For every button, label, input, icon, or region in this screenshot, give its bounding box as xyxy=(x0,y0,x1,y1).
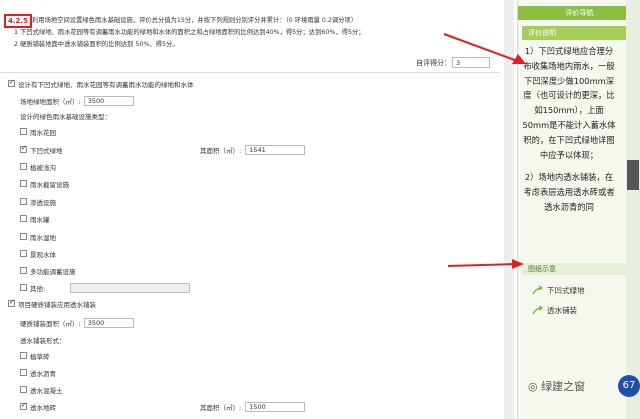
rain-interception-checkbox[interactable] xyxy=(20,180,27,187)
link-arrow-icon xyxy=(532,285,544,294)
wetland-label: 雨水湿地 xyxy=(30,233,56,242)
sunken-greenland-label: 下凹式绿地 xyxy=(30,146,63,155)
watermark-text: 绿建之窗 xyxy=(541,380,586,393)
permeable-asphalt-label: 透水沥青 xyxy=(30,369,56,378)
header-line-1: 利用场地空间设置绿色雨水基础设施，评价总分值为15分，并按下列规则分别评分并累计… xyxy=(32,17,358,24)
rain-barrel-label: 雨水罐 xyxy=(30,215,50,224)
watermark: ◎ 绿建之窗 xyxy=(528,378,585,394)
rain-barrel-checkbox[interactable] xyxy=(20,215,27,222)
section2-checkbox[interactable] xyxy=(8,298,15,307)
item-other[interactable]: 其他: xyxy=(20,282,191,293)
item-permeable-asphalt[interactable]: 透水沥青 xyxy=(20,367,56,378)
section2-checkbox-row[interactable]: 项目硬质铺装应用透水铺装 xyxy=(8,298,96,309)
green-area-row: 场地绿地面积（㎡）: 3500 xyxy=(20,95,134,106)
sidebar-scroll-thumb[interactable] xyxy=(627,160,639,190)
section2-title: 项目硬质铺装应用透水铺装 xyxy=(18,300,96,309)
green-area-input[interactable]: 3500 xyxy=(83,95,134,106)
item-wetland[interactable]: 雨水湿地 xyxy=(20,231,56,242)
section1-checkbox[interactable] xyxy=(8,78,15,87)
paving-area-label: 硬质铺装面积（㎡）: xyxy=(20,319,81,328)
link-permeable-paving-label: 透水铺装 xyxy=(547,306,577,315)
item-infiltration[interactable]: 渗透设施 xyxy=(20,196,56,207)
self-score-row: 自评得分： 3 xyxy=(0,52,500,73)
permeable-concrete-checkbox[interactable] xyxy=(20,386,27,393)
permeable-asphalt-checkbox[interactable] xyxy=(20,369,27,376)
section1-title: 设计有下凹式绿地、雨水花园等有调蓄雨水功能的绿地和水体 xyxy=(18,80,194,89)
item-rain-barrel[interactable]: 雨水罐 xyxy=(20,213,50,224)
link-sunken-greenland[interactable]: 下凹式绿地 xyxy=(532,285,585,296)
header-line-2: 1 下凹式绿地、雨水花园等有调蓄雨水功能的绿地和水体的面积之和占绿地面积的比例达… xyxy=(14,29,365,36)
permeable-concrete-label: 透水混凝土 xyxy=(30,386,63,395)
green-area-label: 场地绿地面积（㎡）: xyxy=(20,97,81,106)
multi-storage-label: 多功能调蓄设施 xyxy=(30,267,76,276)
permeable-brick-label: 透水地砖 xyxy=(30,403,56,412)
multi-storage-checkbox[interactable] xyxy=(20,267,27,274)
sunken-greenland-checkbox[interactable] xyxy=(20,144,27,153)
grass-brick-checkbox[interactable] xyxy=(20,352,27,359)
infiltration-checkbox[interactable] xyxy=(20,198,27,205)
link-arrow-icon xyxy=(532,305,544,314)
paving-area-input[interactable]: 3500 xyxy=(83,317,134,328)
other-label: 其他: xyxy=(30,284,46,293)
permeable-brick-area-input[interactable]: 1500 xyxy=(245,401,306,412)
rain-garden-label: 雨水花园 xyxy=(30,128,56,137)
grass-swale-checkbox[interactable] xyxy=(20,163,27,170)
form-panel: 4.2.5 利用场地空间设置绿色雨水基础设施，评价总分值为15分，并按下列规则分… xyxy=(0,0,500,419)
item-code-highlight: 4.2.5 xyxy=(4,14,32,28)
diagram-tab[interactable]: 图纸示意 xyxy=(522,263,637,275)
infiltration-label: 渗透设施 xyxy=(30,198,56,207)
rain-garden-checkbox[interactable] xyxy=(20,128,27,135)
paving-form-label: 透水铺装形式： xyxy=(20,336,66,345)
grass-brick-label: 植草砖 xyxy=(30,352,50,361)
item-permeable-concrete[interactable]: 透水混凝土 xyxy=(20,384,63,395)
sunken-area-label: 其面积（㎡）: xyxy=(200,146,242,155)
link-sunken-greenland-label: 下凹式绿地 xyxy=(547,286,585,295)
sidebar-scrollbar[interactable] xyxy=(626,0,640,419)
item-grass-swale[interactable]: 植被浅沟 xyxy=(20,161,56,172)
item-sunken-greenland[interactable]: 下凹式绿地 xyxy=(20,144,63,155)
item-rain-garden[interactable]: 雨水花园 xyxy=(20,126,56,137)
count-badge: 67 xyxy=(618,375,640,397)
item-landscape-water[interactable]: 景观水体 xyxy=(20,248,56,259)
item-rain-interception[interactable]: 雨水截留设施 xyxy=(20,178,69,189)
header-line-3: 2 硬质铺装地面中透水铺装面积的比例达到 50%，得5分。 xyxy=(14,41,179,48)
annotation-arrow-top xyxy=(443,33,526,64)
type-label: 设计的绿色雨水基础设施类型： xyxy=(20,112,111,121)
explanation-para-2: 2）场地内透水铺装，在考虑表层选用透水砖或者透水沥青的同 xyxy=(523,172,615,212)
explanation-text: 1）下凹式绿地应合理分布收集场地内雨水，一般下凹深度少做100mm深度（也可设计… xyxy=(522,44,616,215)
grass-swale-label: 植被浅沟 xyxy=(30,163,56,172)
wechat-icon: ◎ xyxy=(528,380,538,393)
explanation-para-1: 1）下凹式绿地应合理分布收集场地内雨水，一般下凹深度少做100mm深度（也可设计… xyxy=(522,46,616,160)
permeable-brick-area-row: 其面积（㎡）: 1500 xyxy=(200,401,306,412)
item-multi-storage[interactable]: 多功能调蓄设施 xyxy=(20,265,76,276)
landscape-water-checkbox[interactable] xyxy=(20,250,27,257)
item-grass-brick[interactable]: 植草砖 xyxy=(20,350,50,361)
permeable-brick-checkbox[interactable] xyxy=(20,401,27,410)
other-checkbox[interactable] xyxy=(20,284,27,291)
item-permeable-brick[interactable]: 透水地砖 xyxy=(20,401,56,412)
other-input[interactable] xyxy=(70,282,191,293)
explanation-tab[interactable]: 评价说明 xyxy=(522,26,637,40)
link-permeable-paving[interactable]: 透水铺装 xyxy=(532,305,577,316)
permeable-brick-area-label: 其面积（㎡）: xyxy=(200,403,242,412)
sunken-area-input[interactable]: 1541 xyxy=(245,144,306,155)
paving-area-row: 硬质铺装面积（㎡）: 3500 xyxy=(20,317,134,328)
nav-title[interactable]: 评价导航 xyxy=(518,6,640,20)
section1-checkbox-row[interactable]: 设计有下凹式绿地、雨水花园等有调蓄雨水功能的绿地和水体 xyxy=(8,78,194,89)
landscape-water-label: 景观水体 xyxy=(30,250,56,259)
annotation-arrow-bottom xyxy=(447,259,524,269)
rain-interception-label: 雨水截留设施 xyxy=(30,180,69,189)
sunken-area-row: 其面积（㎡）: 1541 xyxy=(200,144,306,155)
wetland-checkbox[interactable] xyxy=(20,233,27,240)
